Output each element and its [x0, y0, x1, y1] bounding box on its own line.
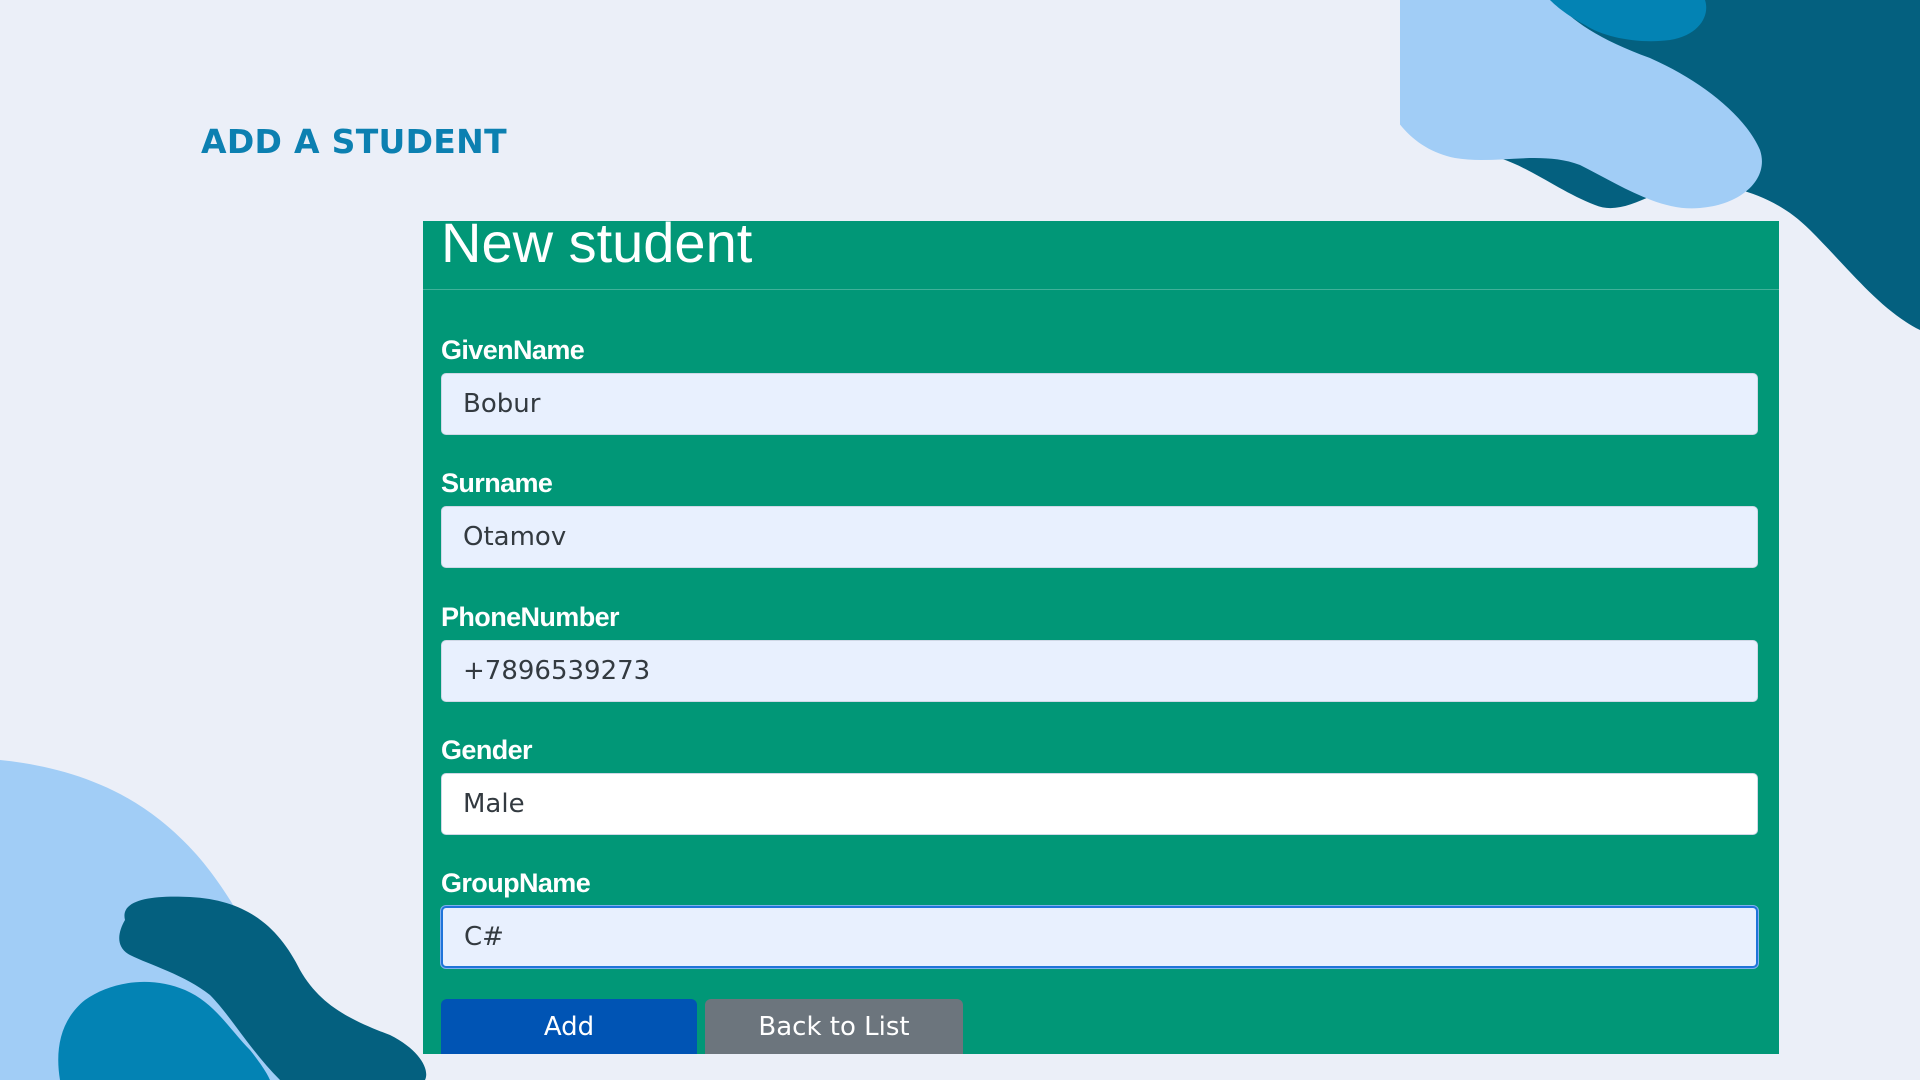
- given-name-label: GivenName: [441, 335, 585, 365]
- gender-label: Gender: [441, 735, 533, 765]
- surname-input[interactable]: [441, 506, 1758, 568]
- phone-number-label: PhoneNumber: [441, 602, 620, 632]
- phone-number-input[interactable]: [441, 640, 1758, 702]
- gender-input[interactable]: [441, 773, 1758, 835]
- form-title: New student: [441, 221, 753, 274]
- group-name-input[interactable]: [441, 906, 1758, 968]
- add-button[interactable]: Add: [441, 999, 697, 1054]
- given-name-input[interactable]: [441, 373, 1758, 435]
- slide-heading: ADD A STUDENT: [201, 122, 507, 161]
- group-name-label: GroupName: [441, 868, 591, 898]
- title-divider: [423, 289, 1779, 290]
- decorative-blob-bottom-left: [0, 760, 427, 1080]
- back-to-list-button[interactable]: Back to List: [705, 999, 963, 1054]
- new-student-form-panel: New student GivenName Surname PhoneNumbe…: [423, 221, 1779, 1054]
- surname-label: Surname: [441, 468, 553, 498]
